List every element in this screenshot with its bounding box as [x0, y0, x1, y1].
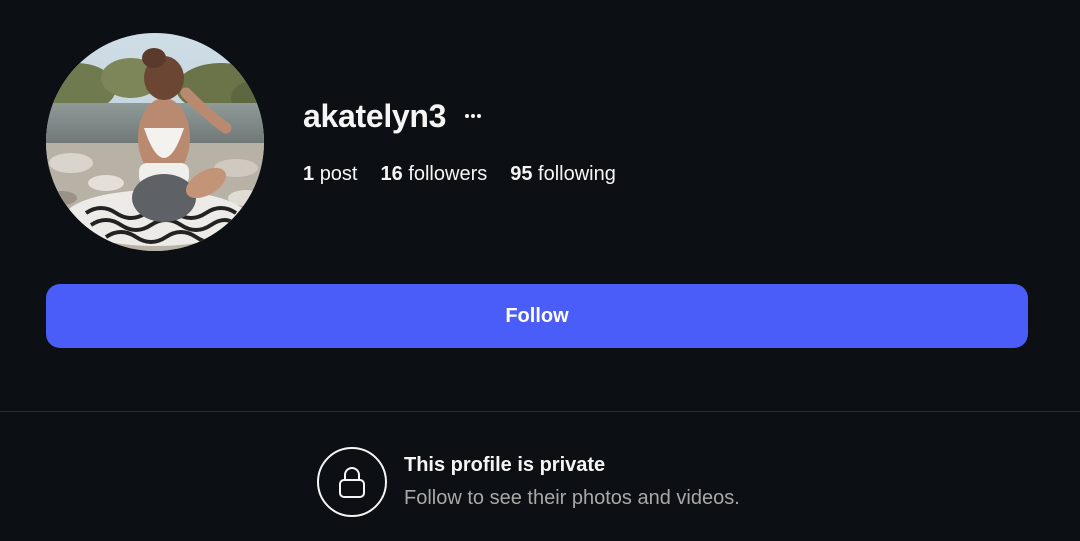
lock-badge [317, 447, 387, 517]
avatar-photo [46, 33, 264, 251]
posts-count: 1 [303, 162, 315, 185]
followers-count: 16 [380, 162, 403, 185]
username-row: akatelyn3 [303, 95, 486, 137]
ellipsis-icon [465, 114, 482, 118]
profile-stats: 1 post 16 followers 95 following [303, 161, 639, 187]
private-profile-subtitle: Follow to see their photos and videos. [404, 487, 740, 509]
stat-following[interactable]: 95 following [510, 163, 616, 186]
divider [0, 411, 1080, 412]
more-options-button[interactable] [460, 103, 486, 129]
following-label: following [538, 162, 616, 185]
followers-label: followers [408, 162, 488, 185]
avatar[interactable] [46, 33, 264, 251]
following-count: 95 [510, 162, 533, 185]
stat-posts: 1 post [303, 163, 358, 186]
private-profile-title: This profile is private [404, 454, 606, 476]
posts-label: post [319, 162, 358, 185]
follow-button[interactable]: Follow [46, 284, 1028, 348]
stat-followers[interactable]: 16 followers [381, 163, 488, 186]
profile-page: akatelyn3 1 post 16 followers 95 followi… [0, 0, 1080, 541]
username: akatelyn3 [303, 97, 447, 134]
lock-icon [339, 467, 365, 498]
